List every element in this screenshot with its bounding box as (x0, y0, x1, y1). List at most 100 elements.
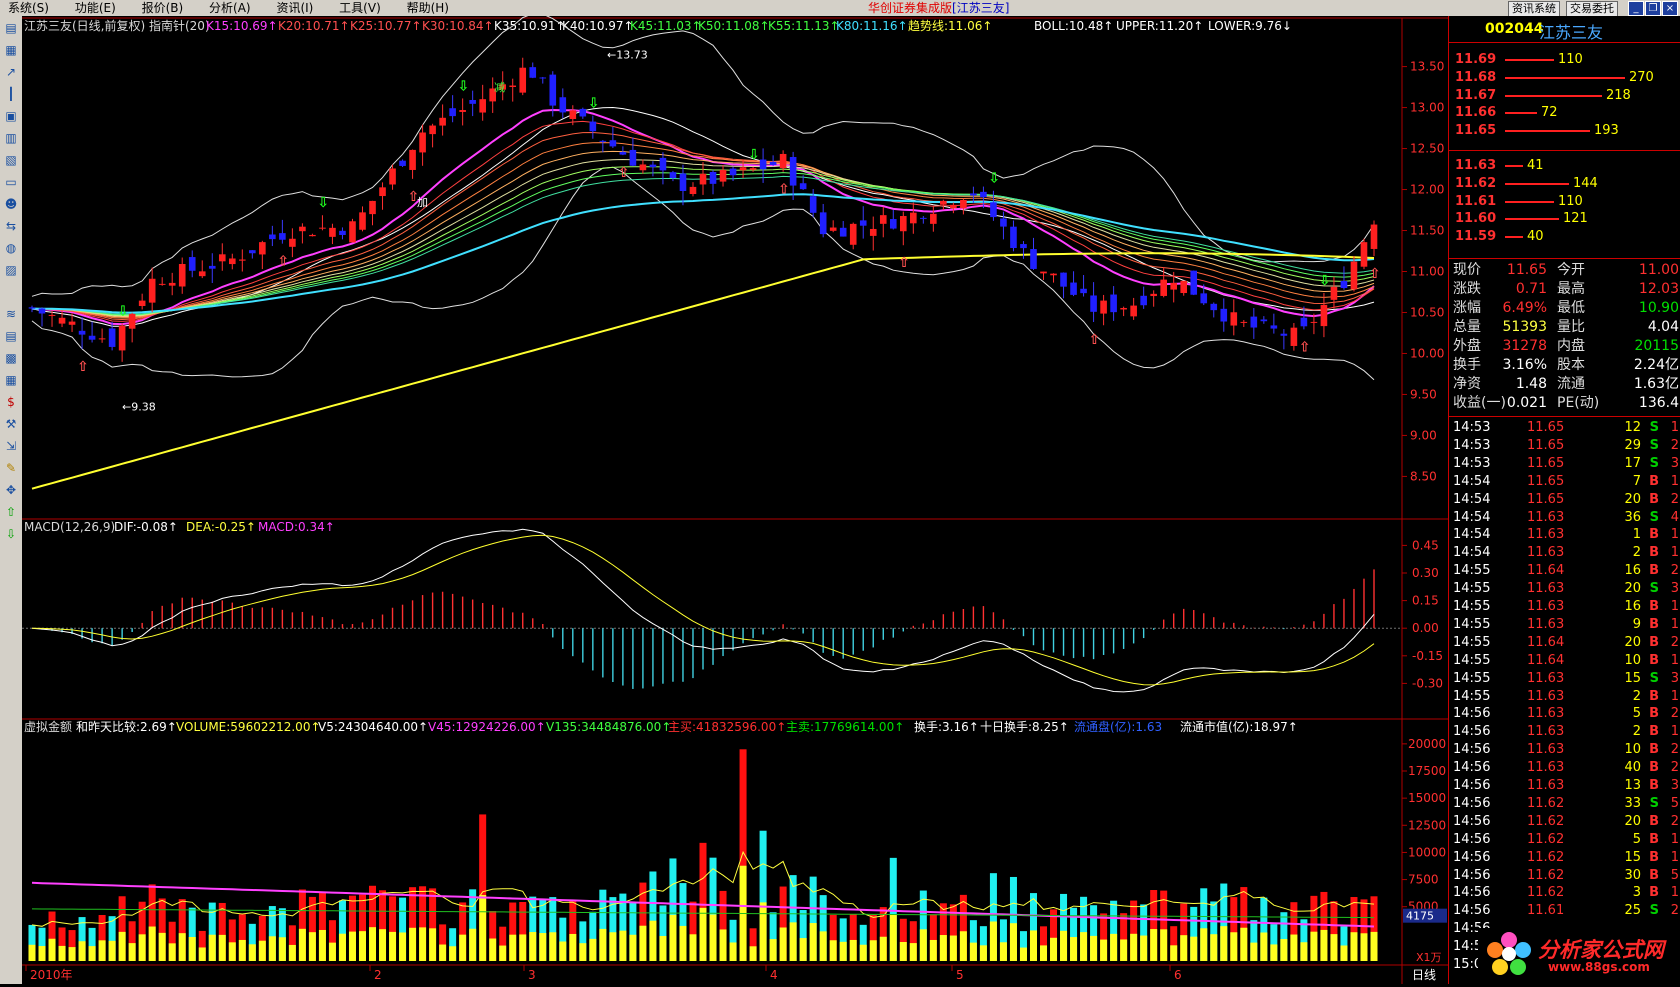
tick-row[interactable]: 14:55 11.63 16 B 1 (1453, 598, 1679, 616)
minimize-icon[interactable]: _ (1628, 1, 1644, 16)
tick-row[interactable]: 14:54 11.63 36 S 4 (1453, 509, 1679, 527)
tick-row[interactable]: 14:56 11.62 3 B 1 (1453, 884, 1679, 902)
sell-level-1[interactable]: 11.69 110 (1455, 50, 1680, 69)
move-icon[interactable]: ✥ (3, 482, 19, 498)
volume-sub-bar (399, 932, 407, 961)
sell-level-2[interactable]: 11.68 270 (1455, 68, 1680, 87)
volume-sub-bar (779, 927, 787, 961)
tick-row[interactable]: 14:56 11.63 10 B 2 (1453, 741, 1679, 759)
menu-info[interactable]: 资讯(I) (276, 0, 313, 16)
tick-volume: 10 (1624, 652, 1641, 668)
globe-icon[interactable]: ◍ (3, 240, 19, 256)
volume-sub-bar (809, 923, 817, 961)
compare-icon[interactable]: ⇆ (3, 218, 19, 234)
arrow-up-icon[interactable]: ⇧ (3, 504, 19, 520)
tick-row[interactable]: 14:53 11.65 12 S 1 (1453, 419, 1679, 437)
menu-analysis[interactable]: 分析(A) (209, 0, 251, 16)
sell-level-3[interactable]: 11.67 218 (1455, 86, 1680, 105)
formula-icon[interactable]: ▤ (3, 328, 19, 344)
folder-icon[interactable]: ▭ (3, 174, 19, 190)
table-icon[interactable]: ▥ (3, 130, 19, 146)
tick-row[interactable]: 14:54 11.63 1 B 1 (1453, 526, 1679, 544)
tick-row[interactable]: 14:55 11.64 10 B 1 (1453, 652, 1679, 670)
dollar-icon[interactable]: $ (3, 394, 19, 410)
grid-icon[interactable]: ▦ (3, 42, 19, 58)
tick-row[interactable]: 14:55 11.63 2 B 1 (1453, 688, 1679, 706)
candle-body (1080, 288, 1087, 294)
tick-row[interactable]: 14:54 11.65 20 B 2 (1453, 491, 1679, 509)
volume-tick-label: 15000 (1408, 791, 1446, 805)
quote-value: 12.03 (1638, 281, 1679, 297)
menu-help[interactable]: 帮助(H) (407, 0, 449, 16)
tick-row[interactable]: 14:55 11.64 16 B 2 (1453, 562, 1679, 580)
restore-icon[interactable]: ❐ (1645, 1, 1661, 16)
buy-level-2[interactable]: 11.62 144 (1455, 174, 1680, 193)
tick-count: 4 (1670, 509, 1679, 525)
trend-chart-icon[interactable]: ↗ (3, 64, 19, 80)
tick-row[interactable]: 14:56 11.61 25 S 2 (1453, 902, 1679, 920)
tick-row[interactable]: 14:53 11.65 29 S 2 (1453, 437, 1679, 455)
buy-level-4[interactable]: 11.60 121 (1455, 209, 1680, 228)
tick-row[interactable]: 14:54 11.63 2 B 1 (1453, 544, 1679, 562)
menu-quote[interactable]: 报价(B) (142, 0, 184, 16)
export-icon[interactable]: ⇲ (3, 438, 19, 454)
arrow-down-icon[interactable]: ⇩ (3, 526, 19, 542)
tick-row[interactable]: 14:55 11.64 20 B 2 (1453, 634, 1679, 652)
tick-row[interactable]: 14:53 11.65 17 S 3 (1453, 455, 1679, 473)
trade-order-button[interactable]: 交易委托 (1566, 1, 1618, 17)
volume-sub-bar (118, 931, 126, 961)
indicator-icon[interactable]: ≋ (3, 306, 19, 322)
tick-row[interactable]: 14:56 11.63 5 B 2 (1453, 705, 1679, 723)
tick-volume: 3 (1632, 885, 1641, 901)
order-price: 11.69 (1455, 52, 1497, 67)
tick-row[interactable]: 14:56 11.63 2 B 1 (1453, 723, 1679, 741)
tick-row[interactable]: 14:55 11.63 15 S 3 (1453, 670, 1679, 688)
info-system-button[interactable]: 资讯系统 (1508, 1, 1560, 17)
tick-row[interactable]: 14:55 11.63 9 B 1 (1453, 616, 1679, 634)
people-icon[interactable]: ☻ (3, 196, 19, 212)
tick-row[interactable]: 14:56 11.62 30 B 5 (1453, 867, 1679, 885)
kline-icon[interactable]: ┃ (3, 86, 19, 102)
sell-level-5[interactable]: 11.65 193 (1455, 121, 1680, 140)
buy-level-1[interactable]: 11.63 41 (1455, 156, 1680, 175)
volume-sub-bar (1160, 929, 1168, 961)
order-volume: 41 (1527, 158, 1544, 173)
close-icon[interactable]: × (1662, 1, 1678, 16)
sell-level-4[interactable]: 11.66 72 (1455, 103, 1680, 122)
candle-body (859, 220, 867, 226)
kline-chart[interactable]: 江苏三友(日线,前复权) 指南针(20)K15:10.69↑ K20:10.71↑… (22, 13, 1448, 984)
menu-function[interactable]: 功能(E) (75, 0, 116, 16)
quote-list-icon[interactable]: ▤ (3, 20, 19, 36)
buy-level-3[interactable]: 11.61 110 (1455, 192, 1680, 211)
tick-price: 11.65 (1527, 455, 1565, 471)
tick-count: 2 (1670, 813, 1679, 829)
tick-row[interactable]: 14:56 11.63 13 B 3 (1453, 777, 1679, 795)
tick-row[interactable]: 14:55 11.63 20 S 3 (1453, 580, 1679, 598)
report-icon[interactable]: ▧ (3, 152, 19, 168)
tick-volume: 12 (1624, 420, 1641, 435)
menu-system[interactable]: 系统(S) (8, 0, 49, 16)
wrench-icon[interactable]: ⚒ (3, 416, 19, 432)
tick-row[interactable]: 14:54 11.65 7 B 1 (1453, 473, 1679, 491)
tick-row[interactable]: 14:56 11.63 40 B 2 (1453, 759, 1679, 777)
candle-body (419, 132, 426, 153)
f10-icon[interactable]: ▨ (3, 262, 19, 278)
flower-logo-icon (1487, 932, 1531, 975)
picture-icon[interactable]: ▩ (3, 350, 19, 366)
layout-icon[interactable]: ▦ (3, 372, 19, 388)
buy-level-5[interactable]: 11.59 40 (1455, 227, 1680, 246)
tick-row[interactable]: 14:56 11.62 20 B 2 (1453, 813, 1679, 831)
tick-time: 14:55 (1453, 581, 1491, 597)
candle-body (819, 212, 827, 235)
window-icon[interactable]: ▣ (3, 108, 19, 124)
tick-count: 2 (1670, 706, 1679, 722)
candle-body (1220, 308, 1228, 322)
tick-row[interactable]: 14:56 11.62 33 S 5 (1453, 795, 1679, 813)
tick-row[interactable]: 14:56 11.62 15 B 1 (1453, 849, 1679, 867)
tick-row[interactable]: 14:56 11.62 5 B 1 (1453, 831, 1679, 849)
candle-body (879, 215, 887, 224)
menu-tools[interactable]: 工具(V) (339, 0, 381, 16)
chart-area[interactable]: 江苏三友(日线,前复权) 指南针(20) K15:10.69↑ K20:10.71↑… (22, 13, 1448, 984)
volume-sub-bar (609, 932, 617, 961)
pen-icon[interactable]: ✎ (3, 460, 19, 476)
